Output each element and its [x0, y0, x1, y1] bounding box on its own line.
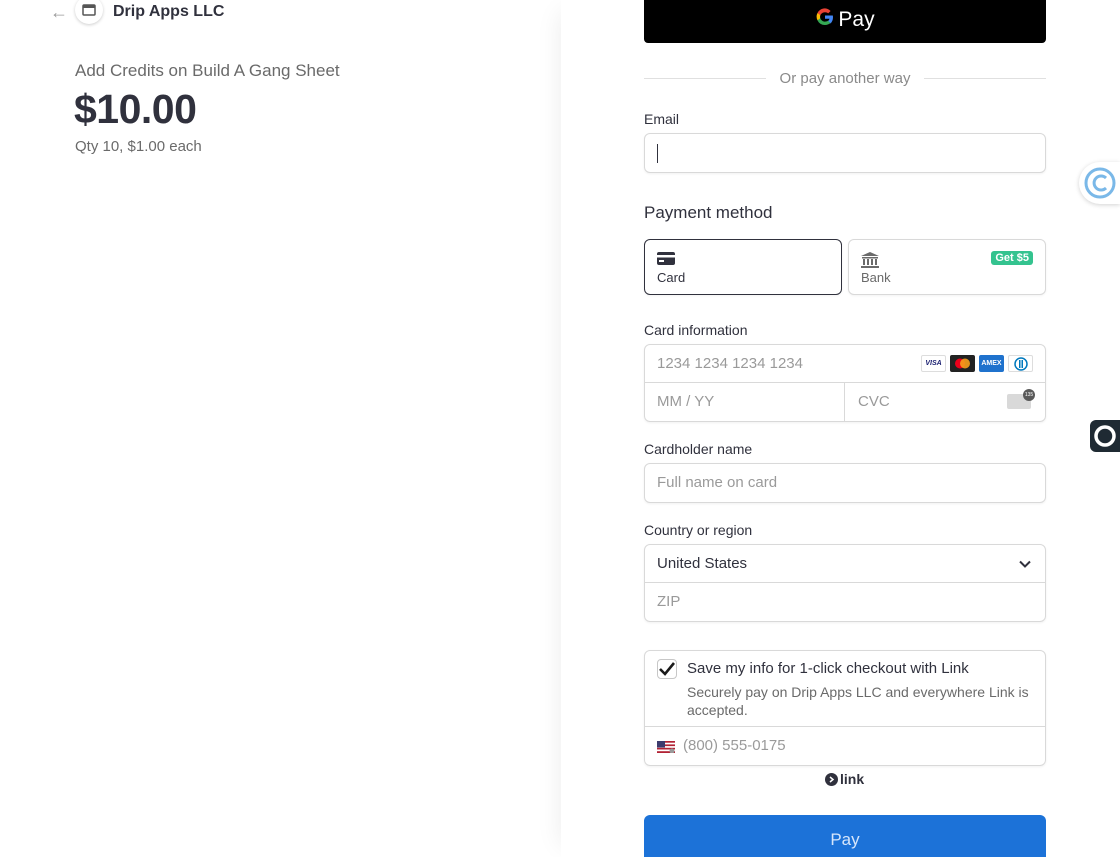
card-information-label: Card information	[644, 322, 748, 338]
mastercard-icon	[950, 355, 975, 372]
save-info-checkbox[interactable]	[657, 659, 677, 679]
card-cvc-field[interactable]: CVC	[845, 383, 1045, 422]
phone-placeholder: (800) 555-0175	[683, 737, 786, 754]
us-flag-icon	[657, 740, 675, 754]
extension-c-icon[interactable]	[1079, 162, 1120, 204]
amex-icon: AMEX	[979, 355, 1004, 372]
payment-method-title: Payment method	[644, 203, 773, 222]
country-value: United States	[657, 555, 748, 572]
diners-icon	[1008, 355, 1033, 372]
card-information-group: 1234 1234 1234 1234 VISA AMEX MM / YY CV…	[644, 344, 1046, 422]
card-icon	[657, 252, 675, 270]
save-info-title: Save my info for 1-click checkout with L…	[687, 660, 969, 677]
payment-method-bank-label: Bank	[861, 270, 891, 285]
card-expiry-field[interactable]: MM / YY	[645, 383, 845, 422]
google-g-icon	[815, 7, 835, 33]
link-save-box: Save my info for 1-click checkout with L…	[644, 650, 1046, 766]
email-label: Email	[644, 111, 680, 127]
extension-o-icon[interactable]	[1090, 420, 1120, 452]
merchant-store-icon	[75, 0, 103, 24]
save-info-description: Securely pay on Drip Apps LLC and everyw…	[687, 684, 1029, 718]
zip-field[interactable]: ZIP	[645, 583, 1045, 622]
link-arrow-icon	[825, 772, 838, 786]
country-zip-group: United States ZIP	[644, 544, 1046, 622]
card-number-placeholder: 1234 1234 1234 1234	[657, 355, 803, 372]
chevron-down-icon	[1019, 557, 1031, 569]
order-summary-pane: ← Drip Apps LLC Add Credits on Build A G…	[0, 0, 561, 857]
cardholder-name-label: Cardholder name	[644, 441, 753, 457]
cardholder-name-field[interactable]: Full name on card	[644, 463, 1046, 503]
quantity-text: Qty 10, $1.00 each	[75, 138, 202, 155]
visa-icon: VISA	[921, 355, 946, 372]
cvc-card-icon	[1007, 389, 1035, 409]
product-name: Add Credits on Build A Gang Sheet	[75, 61, 340, 80]
phone-field[interactable]: (800) 555-0175	[675, 728, 1045, 766]
total-price: $10.00	[74, 86, 197, 132]
card-expiry-placeholder: MM / YY	[657, 393, 715, 410]
cardholder-name-placeholder: Full name on card	[657, 474, 778, 491]
payment-form-pane: Pay Or pay another way Email Payment met…	[561, 0, 1120, 857]
divider-text: Or pay another way	[779, 69, 911, 87]
link-logo-text: link	[840, 771, 865, 787]
link-logo: link	[825, 771, 864, 787]
payment-method-card[interactable]: Card	[644, 239, 842, 295]
zip-placeholder: ZIP	[657, 593, 681, 610]
pay-button[interactable]: Pay	[644, 815, 1046, 857]
payment-method-card-label: Card	[657, 270, 686, 285]
or-divider: Or pay another way	[644, 68, 1046, 88]
merchant-name[interactable]: Drip Apps LLC	[113, 3, 224, 21]
country-label: Country or region	[644, 522, 753, 538]
bank-promo-badge: Get $5	[991, 251, 1033, 265]
text-cursor	[657, 144, 658, 163]
email-field[interactable]	[644, 133, 1046, 173]
country-select[interactable]: United States	[645, 545, 1045, 583]
checkmark-icon	[659, 662, 676, 676]
card-cvc-placeholder: CVC	[858, 393, 890, 410]
back-arrow-icon[interactable]: ←	[50, 2, 70, 22]
card-number-field[interactable]: 1234 1234 1234 1234 VISA AMEX	[645, 345, 1045, 383]
google-pay-button[interactable]: Pay	[644, 0, 1046, 43]
payment-method-bank[interactable]: Get $5 Bank	[848, 239, 1046, 295]
google-pay-label: Pay	[838, 7, 875, 31]
card-brands: VISA AMEX	[921, 355, 1033, 372]
